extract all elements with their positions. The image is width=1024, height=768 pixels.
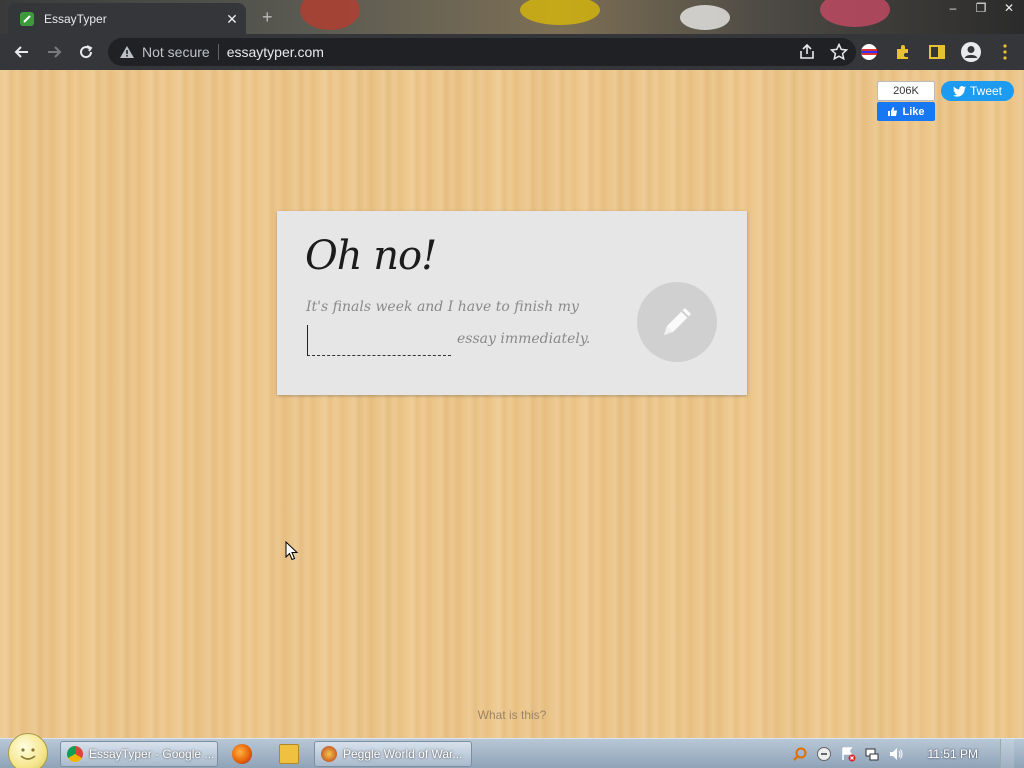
start-button[interactable] <box>8 733 48 768</box>
facebook-like-count: 206K <box>877 81 935 101</box>
wallpaper-splash <box>300 0 360 30</box>
tab-title: EssayTyper <box>44 11 107 26</box>
write-essay-button[interactable] <box>637 282 717 362</box>
taskbar-item-label: EssayTyper - Google ... <box>89 747 215 761</box>
mouse-cursor-icon <box>285 541 299 561</box>
essay-prompt-card: Oh no! It's finals week and I have to fi… <box>277 211 747 395</box>
taskbar-item-chrome[interactable]: EssayTyper - Google ... <box>60 741 218 767</box>
prompt-line-1: It's finals week and I have to finish my <box>306 299 579 315</box>
file-explorer-icon[interactable] <box>279 744 299 764</box>
what-is-this-link[interactable]: What is this? <box>0 708 1024 722</box>
windows-taskbar: EssayTyper - Google ... Peggle World of … <box>0 733 1024 768</box>
taskbar-item-label: Peggle World of War... <box>343 747 463 761</box>
smiley-start-icon <box>20 748 36 760</box>
wallpaper-splash <box>820 0 890 27</box>
reload-icon <box>80 45 93 59</box>
share-icon[interactable] <box>798 43 816 61</box>
system-tray: 11:51 PM <box>792 739 1024 768</box>
peggle-icon <box>321 746 337 762</box>
facebook-like-widget: 206K Like <box>877 81 935 121</box>
network-icon[interactable] <box>864 746 880 762</box>
minimize-icon[interactable]: – <box>942 0 964 16</box>
facebook-like-label: Like <box>902 105 925 118</box>
search-magnifier-icon[interactable] <box>792 746 808 762</box>
back-button[interactable] <box>6 36 38 68</box>
page-content: 206K Like Tweet Oh no! It's finals week … <box>0 70 1024 738</box>
toolbar-right-icons <box>858 38 1016 66</box>
address-bar-actions <box>798 43 848 61</box>
taskbar-clock[interactable]: 11:51 PM <box>928 747 978 761</box>
volume-icon[interactable] <box>888 746 904 762</box>
bookmark-star-icon[interactable] <box>830 43 848 61</box>
thumbs-up-icon <box>888 107 898 116</box>
prompt-line-2: essay immediately. <box>457 331 591 347</box>
arrow-left-icon <box>14 46 28 58</box>
essaytyper-favicon-icon <box>20 11 34 26</box>
menu-kebab-icon[interactable] <box>994 38 1016 66</box>
profile-avatar-icon[interactable] <box>960 38 982 66</box>
tweet-label: Tweet <box>969 84 1002 98</box>
essay-subject-input[interactable] <box>307 325 451 356</box>
restore-icon[interactable]: ❐ <box>970 0 992 16</box>
twitter-bird-icon <box>952 85 966 97</box>
window-controls: – ❐ ✕ <box>942 0 1020 16</box>
social-buttons: 206K Like Tweet <box>877 81 1014 121</box>
wallpaper-splash <box>680 5 730 30</box>
window-close-icon[interactable]: ✕ <box>998 0 1020 16</box>
reload-button[interactable] <box>70 36 102 68</box>
firefox-icon[interactable] <box>232 744 252 764</box>
extension-flag-icon[interactable] <box>858 38 880 66</box>
show-desktop-button[interactable] <box>1000 739 1014 768</box>
pencil-icon <box>664 308 691 335</box>
action-center-flag-icon[interactable] <box>840 746 856 762</box>
tweet-button[interactable]: Tweet <box>941 81 1014 101</box>
emoji-tray-icon[interactable] <box>816 746 832 762</box>
warning-triangle-icon[interactable] <box>118 43 136 61</box>
new-tab-button[interactable]: + <box>262 7 273 28</box>
address-bar[interactable]: Not secure essaytyper.com <box>108 38 856 66</box>
tab-essaytyper[interactable]: EssayTyper ✕ <box>8 3 246 34</box>
forward-button[interactable] <box>38 36 70 68</box>
taskbar-item-peggle[interactable]: Peggle World of War... <box>314 741 472 767</box>
security-status-label[interactable]: Not secure <box>142 44 210 60</box>
puzzle-extensions-icon[interactable] <box>892 38 914 66</box>
wallpaper-splash <box>520 0 600 25</box>
chrome-icon <box>67 746 83 762</box>
browser-tab-strip: EssayTyper ✕ + – ❐ ✕ <box>0 0 1024 34</box>
facebook-like-button[interactable]: Like <box>877 102 935 121</box>
tab-close-icon[interactable]: ✕ <box>224 11 240 27</box>
address-divider <box>217 44 219 60</box>
side-panel-icon[interactable] <box>926 38 948 66</box>
arrow-right-icon <box>48 46 62 58</box>
card-heading: Oh no! <box>305 233 437 279</box>
browser-toolbar: Not secure essaytyper.com <box>0 34 1024 70</box>
url-text[interactable]: essaytyper.com <box>227 44 324 60</box>
